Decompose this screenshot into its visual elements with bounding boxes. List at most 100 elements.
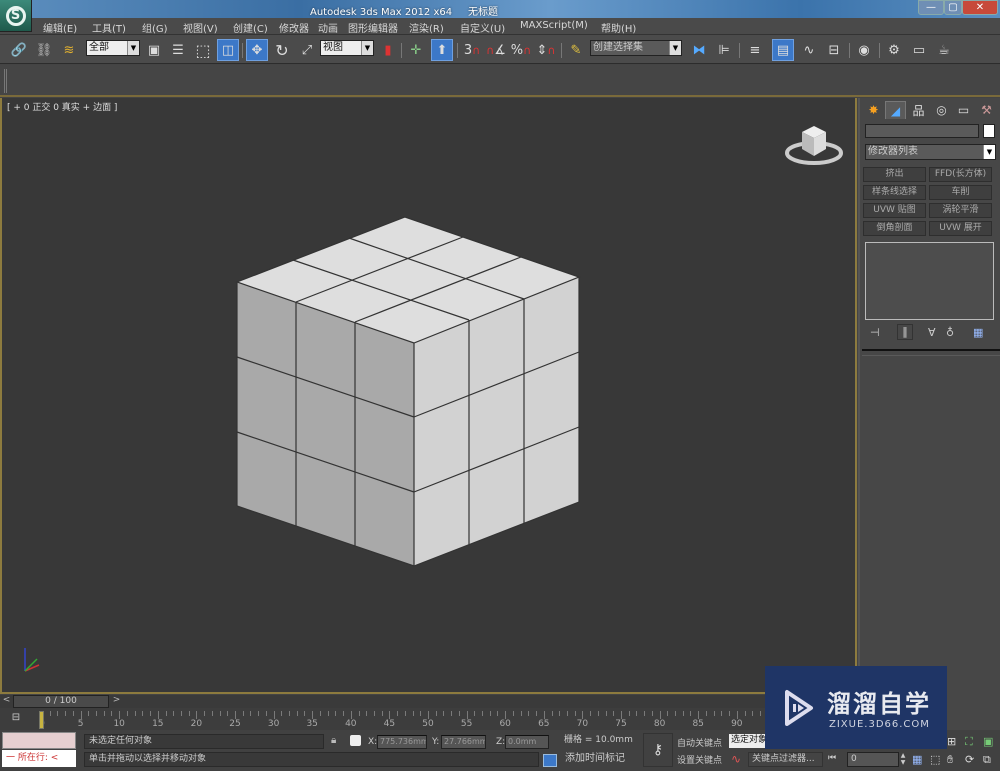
angle-snap-toggle-icon[interactable]: ∩ ∡ [485, 39, 507, 61]
spinner-snap-toggle-icon[interactable]: ⇕ ∩ [535, 39, 557, 61]
modifier-lathe-button[interactable]: 车削 [929, 185, 992, 200]
snaps-toggle-icon[interactable]: 3 ∩ [461, 39, 483, 61]
rectangular-selection-region-icon[interactable]: ⬚ [192, 39, 214, 61]
time-slider-next-button[interactable]: > [110, 695, 123, 708]
menu-rendering[interactable]: 渲染(R) [409, 20, 444, 35]
menu-tools[interactable]: 工具(T) [92, 20, 126, 35]
key-tangent-icon[interactable]: ∿ [731, 752, 741, 766]
menu-edit[interactable]: 编辑(E) [43, 20, 77, 35]
set-key-key-icon[interactable]: ⚷ [643, 733, 673, 767]
selection-lock-icon[interactable]: 🔒︎ [331, 735, 336, 746]
layer-manager-icon[interactable]: ≡ [744, 39, 766, 61]
app-menu-button[interactable]: S [0, 0, 32, 32]
motion-tab-icon[interactable]: ◎ [931, 101, 952, 119]
menu-group[interactable]: 组(G) [142, 20, 168, 35]
time-slider-prev-button[interactable]: < [0, 695, 13, 708]
menu-create[interactable]: 创建(C) [233, 20, 268, 35]
ribbon-grip-handle[interactable] [4, 69, 7, 93]
select-object-icon[interactable]: ▣ [143, 39, 165, 61]
close-button[interactable]: ✕ [962, 0, 998, 15]
maximize-viewport-toggle-icon[interactable]: ⧉ [983, 753, 991, 767]
select-and-move-icon[interactable]: ✥ [246, 39, 268, 61]
region-zoom-icon[interactable]: ⬚ [930, 753, 940, 766]
rendered-frame-window-icon[interactable]: ▭ [908, 39, 930, 61]
reference-coordinate-dropdown[interactable]: 视图 ▼ [320, 40, 374, 56]
modifier-ffd-box-button[interactable]: FFD(长方体) [929, 167, 992, 182]
window-crossing-icon[interactable]: ◫ [217, 39, 239, 61]
current-frame-input[interactable]: 0 [847, 752, 899, 767]
pan-view-icon[interactable]: ✋︎ [947, 753, 953, 767]
mirror-icon[interactable]: ⧓ [688, 39, 710, 61]
object-color-swatch[interactable] [983, 124, 995, 138]
named-selection-sets-dropdown[interactable]: 创建选择集 ▼ [590, 40, 682, 56]
modifier-uvw-map-button[interactable]: UVW 贴图 [863, 203, 926, 218]
edit-named-selection-sets-icon[interactable]: ✎ [565, 39, 587, 61]
menu-maxscript[interactable]: MAXScript(M) [520, 20, 588, 31]
maxscript-mini-listener[interactable] [2, 732, 76, 749]
time-slider-thumb[interactable]: 0 / 100 [13, 695, 109, 708]
menu-modifiers[interactable]: 修改器 [279, 20, 309, 35]
y-coord-input[interactable]: 27.766mm [441, 735, 486, 749]
add-time-tag-button[interactable]: 添加时间标记 [561, 752, 639, 767]
modifier-list-dropdown[interactable]: 修改器列表 ▼ [865, 144, 996, 160]
modifier-turbosmooth-button[interactable]: 涡轮平滑 [929, 203, 992, 218]
select-by-name-icon[interactable]: ☰ [167, 39, 189, 61]
maxscript-line-indicator[interactable]: 一 所在行: < [2, 750, 76, 767]
select-and-link-icon[interactable]: 🔗 [8, 39, 30, 61]
z-coord-input[interactable]: 0.0mm [505, 735, 549, 749]
select-and-manipulate-icon[interactable]: ✛ [405, 39, 427, 61]
percent-snap-toggle-icon[interactable]: % ∩ [510, 39, 532, 61]
align-icon[interactable]: ⊫ [713, 39, 735, 61]
go-to-start-icon[interactable]: ⏮ [828, 753, 836, 763]
x-coord-input[interactable]: 775.736mm [377, 735, 427, 749]
cube-object[interactable] [232, 210, 592, 570]
display-tab-icon[interactable]: ▭ [953, 101, 974, 119]
modifier-spline-select-button[interactable]: 样条线选择 [863, 185, 926, 200]
key-mode-selection-dropdown[interactable]: 选定对象 [729, 734, 769, 748]
time-tag-icon[interactable] [543, 754, 557, 767]
object-name-field[interactable] [865, 124, 979, 138]
select-and-rotate-icon[interactable]: ↻ [271, 39, 293, 61]
minimize-button[interactable]: — [918, 0, 944, 15]
track-bar[interactable]: ⊟ 051015202530354045505560657075808590 [0, 708, 857, 730]
bind-to-space-warp-icon[interactable]: ≋ [58, 39, 80, 61]
graphite-modeling-tools-icon[interactable]: ▤ [772, 39, 794, 61]
keyboard-shortcut-override-icon[interactable]: ⬆ [431, 39, 453, 61]
modifier-stack-list[interactable] [865, 242, 994, 320]
show-end-result-icon[interactable]: ‖ [897, 324, 913, 340]
material-editor-icon[interactable]: ◉ [853, 39, 875, 61]
perspective-viewport[interactable]: [ + 0 正交 0 真实 + 边面 ] [0, 98, 857, 694]
curve-editor-icon[interactable]: ∿ [798, 39, 820, 61]
modifier-extrude-button[interactable]: 挤出 [863, 167, 926, 182]
maximize-button[interactable]: ▢ [944, 0, 962, 15]
select-and-scale-icon[interactable]: ⤢ [296, 39, 318, 61]
modifier-unwrap-uvw-button[interactable]: UVW 展开 [929, 221, 992, 236]
modify-tab-icon[interactable]: ◢ [885, 101, 906, 119]
configure-modifier-sets-icon[interactable]: ▦ [973, 326, 983, 339]
render-setup-icon[interactable]: ⚙ [883, 39, 905, 61]
make-unique-icon[interactable]: ∀ [928, 326, 936, 339]
key-filters-button[interactable]: 关键点过滤器... [748, 752, 823, 767]
menu-help[interactable]: 帮助(H) [601, 20, 636, 35]
orbit-icon[interactable]: ⟳ [965, 753, 974, 766]
unlink-selection-icon[interactable]: ⛓ [33, 39, 55, 61]
menu-views[interactable]: 视图(V) [183, 20, 218, 35]
set-key-button[interactable]: 设置关键点 [677, 753, 722, 766]
viewport-label[interactable]: [ + 0 正交 0 真实 + 边面 ] [7, 100, 117, 113]
auto-key-button[interactable]: 自动关键点 [677, 736, 722, 749]
absolute-mode-transform-icon[interactable] [350, 735, 361, 746]
schematic-view-icon[interactable]: ⊟ [823, 39, 845, 61]
create-tab-icon[interactable]: ✸ [863, 101, 884, 119]
viewcube-icon[interactable] [784, 118, 844, 168]
menu-animation[interactable]: 动画 [318, 20, 338, 35]
current-frame-marker[interactable] [39, 711, 44, 729]
menu-graph-editors[interactable]: 图形编辑器 [348, 20, 398, 35]
zoom-extents-all-selected-icon[interactable]: ▣ [983, 735, 993, 748]
render-production-icon[interactable]: ☕ [933, 39, 955, 61]
field-of-view-icon[interactable]: ▦ [912, 753, 922, 766]
use-pivot-point-center-icon[interactable]: ▮ [377, 39, 399, 61]
modifier-bevel-profile-button[interactable]: 倒角剖面 [863, 221, 926, 236]
hierarchy-tab-icon[interactable]: 品 [908, 101, 929, 119]
frame-spinner[interactable]: ▲ ▼ [899, 752, 907, 767]
remove-modifier-icon[interactable]: ♁ [946, 326, 954, 339]
